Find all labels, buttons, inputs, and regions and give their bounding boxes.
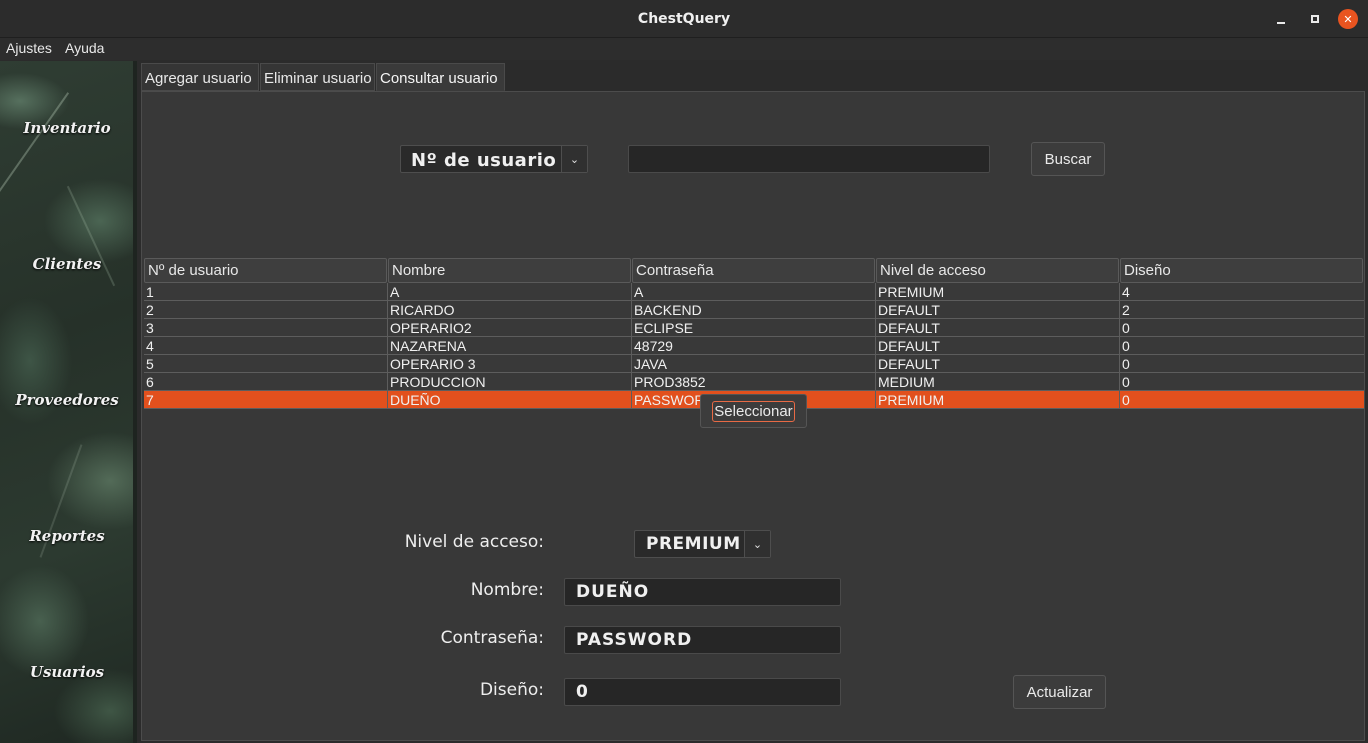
- table-cell: PREMIUM: [875, 391, 1119, 409]
- tab-agregar-usuario[interactable]: Agregar usuario: [141, 63, 259, 91]
- menu-ajustes[interactable]: Ajustes: [6, 40, 52, 56]
- search-field-value: Nº de usuario: [411, 150, 557, 171]
- sidebar-item-reportes[interactable]: Reportes: [0, 527, 133, 545]
- table-cell: PRODUCCION: [387, 373, 631, 391]
- table-cell: 48729: [631, 337, 875, 355]
- diseno-field-value: 0: [576, 682, 589, 702]
- seleccionar-button[interactable]: Seleccionar: [700, 394, 807, 428]
- table-cell: A: [631, 283, 875, 301]
- tab-consultar-usuario[interactable]: Consultar usuario: [376, 63, 505, 91]
- table-cell: 0: [1119, 319, 1364, 337]
- column-header[interactable]: Contraseña: [632, 258, 875, 283]
- column-header[interactable]: Nº de usuario: [144, 258, 387, 283]
- contrasena-field-value: PASSWORD: [576, 630, 693, 650]
- contrasena-label: Contraseña:: [440, 628, 544, 648]
- table-cell: 1: [146, 284, 154, 300]
- sidebar-item-proveedores[interactable]: Proveedores: [0, 391, 133, 409]
- column-header[interactable]: Diseño: [1120, 258, 1363, 283]
- sidebar-item-usuarios[interactable]: Usuarios: [0, 663, 133, 681]
- table-row[interactable]: 4 NAZARENA 48729 DEFAULT 0: [144, 337, 1364, 355]
- sidebar: Inventario Clientes Proveedores Reportes…: [0, 61, 137, 743]
- table-row[interactable]: 1 A A PREMIUM 4: [144, 283, 1364, 301]
- table-cell: DUEÑO: [387, 391, 631, 409]
- table-row[interactable]: 3 OPERARIO2 ECLIPSE DEFAULT 0: [144, 319, 1364, 337]
- table-cell: 2: [146, 302, 154, 318]
- search-input[interactable]: [628, 145, 990, 173]
- table-cell: 0: [1119, 391, 1364, 409]
- actualizar-button[interactable]: Actualizar: [1013, 675, 1106, 709]
- table-cell: NAZARENA: [387, 337, 631, 355]
- table-cell: A: [387, 283, 631, 301]
- nivel-acceso-select[interactable]: PREMIUM ⌄: [634, 530, 771, 558]
- table-row[interactable]: 2 RICARDO BACKEND DEFAULT 2: [144, 301, 1364, 319]
- nombre-field[interactable]: DUEÑO: [564, 578, 841, 606]
- sidebar-item-clientes[interactable]: Clientes: [0, 255, 133, 273]
- maximize-icon[interactable]: [1304, 8, 1326, 30]
- nombre-field-value: DUEÑO: [576, 582, 650, 602]
- diseno-label: Diseño:: [479, 680, 544, 700]
- nombre-label: Nombre:: [470, 580, 544, 600]
- chevron-down-icon: ⌄: [561, 146, 587, 172]
- consultar-usuario-panel: Nº de usuario ⌄ Buscar Nº de usuario Nom…: [141, 91, 1365, 741]
- table-cell: MEDIUM: [875, 373, 1119, 391]
- menu-ayuda[interactable]: Ayuda: [65, 40, 104, 56]
- table-cell: 4: [146, 338, 154, 354]
- sidebar-item-inventario[interactable]: Inventario: [0, 119, 133, 137]
- table-header: Nº de usuario Nombre Contraseña Nivel de…: [144, 258, 1364, 283]
- table-cell: BACKEND: [631, 301, 875, 319]
- contrasena-field[interactable]: PASSWORD: [564, 626, 841, 654]
- nivel-acceso-value: PREMIUM: [646, 534, 741, 554]
- nivel-acceso-label: Nivel de acceso:: [404, 532, 544, 552]
- table-cell: 0: [1119, 337, 1364, 355]
- menu-bar: Ajustes Ayuda: [0, 38, 1368, 60]
- table-cell: PREMIUM: [875, 283, 1119, 301]
- table-cell: ECLIPSE: [631, 319, 875, 337]
- column-header[interactable]: Nombre: [388, 258, 631, 283]
- table-cell: 7: [146, 392, 154, 408]
- tab-eliminar-usuario[interactable]: Eliminar usuario: [260, 63, 375, 91]
- diseno-field[interactable]: 0: [564, 678, 841, 706]
- table-cell: OPERARIO 3: [387, 355, 631, 373]
- table-cell: 5: [146, 356, 154, 372]
- actualizar-button-label: Actualizar: [1026, 683, 1093, 701]
- column-header[interactable]: Nivel de acceso: [876, 258, 1119, 283]
- seleccionar-button-label: Seleccionar: [712, 400, 795, 422]
- table-cell: JAVA: [631, 355, 875, 373]
- leaf-decoration: [0, 92, 70, 200]
- table-cell: OPERARIO2: [387, 319, 631, 337]
- table-cell: DEFAULT: [875, 355, 1119, 373]
- search-field-select[interactable]: Nº de usuario ⌄: [400, 145, 588, 173]
- title-bar: ChestQuery ✕: [0, 0, 1368, 38]
- table-cell: 6: [146, 374, 154, 390]
- main-area: Agregar usuario Eliminar usuario Consult…: [141, 61, 1368, 743]
- table-cell: 0: [1119, 355, 1364, 373]
- chevron-down-icon: ⌄: [744, 531, 770, 557]
- table-cell: DEFAULT: [875, 301, 1119, 319]
- table-cell: DEFAULT: [875, 337, 1119, 355]
- window-title: ChestQuery: [637, 11, 731, 27]
- table-cell: 4: [1119, 283, 1364, 301]
- minimize-icon[interactable]: [1270, 8, 1292, 30]
- table-row[interactable]: 6 PRODUCCION PROD3852 MEDIUM 0: [144, 373, 1364, 391]
- buscar-button[interactable]: Buscar: [1031, 142, 1105, 176]
- buscar-button-label: Buscar: [1044, 150, 1092, 168]
- table-cell: PROD3852: [631, 373, 875, 391]
- table-cell: RICARDO: [387, 301, 631, 319]
- table-cell: DEFAULT: [875, 319, 1119, 337]
- table-row[interactable]: 5 OPERARIO 3 JAVA DEFAULT 0: [144, 355, 1364, 373]
- table-cell: 2: [1119, 301, 1364, 319]
- close-icon[interactable]: ✕: [1338, 9, 1358, 29]
- table-cell: 3: [146, 320, 154, 336]
- table-cell: 0: [1119, 373, 1364, 391]
